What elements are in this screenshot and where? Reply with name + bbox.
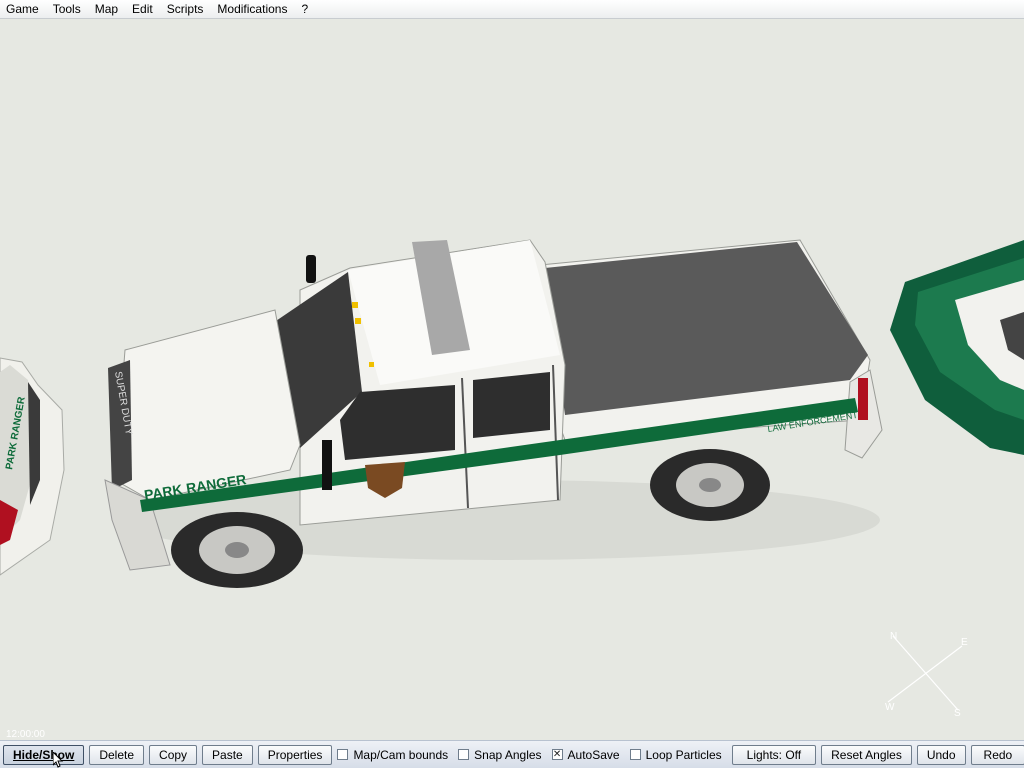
mouse-cursor-icon — [53, 752, 64, 768]
redo-button[interactable]: Redo — [970, 744, 1024, 765]
properties-button[interactable]: Properties — [257, 744, 333, 765]
lights-button[interactable]: Lights: Off — [731, 744, 817, 765]
park-ranger-truck[interactable]: PARK RANGER LAW ENFORCEMENT SUPER DUTY — [104, 239, 883, 588]
compass-west: W — [885, 702, 895, 713]
menu-edit[interactable]: Edit — [126, 0, 159, 18]
undo-button[interactable]: Undo — [916, 744, 966, 765]
menu-scripts[interactable]: Scripts — [161, 0, 210, 18]
snap-angles-label: Snap Angles — [474, 747, 542, 762]
snap-angles-checkbox[interactable] — [458, 749, 470, 760]
compass-east: E — [961, 637, 968, 648]
map-viewport[interactable]: PARK RANGER PARK RANGER LAW ENFORCEMENT … — [0, 19, 1024, 740]
menu-help[interactable]: ? — [295, 0, 314, 18]
compass-south: S — [954, 708, 961, 719]
loop-particles-label: Loop Particles — [645, 747, 722, 762]
compass-north: N — [890, 631, 897, 642]
menu-tools[interactable]: Tools — [47, 0, 87, 18]
reset-angles-button[interactable]: Reset Angles — [821, 744, 912, 765]
hide-show-button[interactable]: Hide/Show — [3, 744, 85, 765]
autosave-label: AutoSave — [567, 747, 620, 762]
copy-button[interactable]: Copy — [149, 744, 198, 765]
editor-toolbar: Hide/Show Delete Copy Paste Properties M… — [0, 740, 1024, 768]
menu-modifications[interactable]: Modifications — [211, 0, 293, 18]
boat[interactable] — [890, 240, 1024, 455]
left-car[interactable]: PARK RANGER — [0, 357, 65, 576]
loop-particles-toggle[interactable]: Loop Particles — [629, 747, 722, 762]
compass: N E S W — [885, 631, 968, 719]
scene-render: PARK RANGER PARK RANGER LAW ENFORCEMENT … — [0, 239, 1024, 719]
menu-map[interactable]: Map — [89, 0, 124, 18]
paste-button[interactable]: Paste — [202, 744, 253, 765]
menu-bar: Game Tools Map Edit Scripts Modification… — [0, 0, 1024, 19]
map-cam-bounds-checkbox[interactable] — [337, 749, 349, 760]
game-time: 12:00:00 — [6, 729, 45, 740]
delete-button[interactable]: Delete — [89, 744, 145, 765]
menu-game[interactable]: Game — [0, 0, 45, 18]
snap-angles-toggle[interactable]: Snap Angles — [458, 747, 542, 762]
autosave-checkbox[interactable]: ✕ — [551, 749, 563, 760]
loop-particles-checkbox[interactable] — [629, 749, 641, 760]
map-cam-bounds-label: Map/Cam bounds — [353, 747, 449, 762]
map-cam-bounds-toggle[interactable]: Map/Cam bounds — [337, 748, 448, 762]
autosave-toggle[interactable]: ✕ AutoSave — [551, 747, 620, 762]
